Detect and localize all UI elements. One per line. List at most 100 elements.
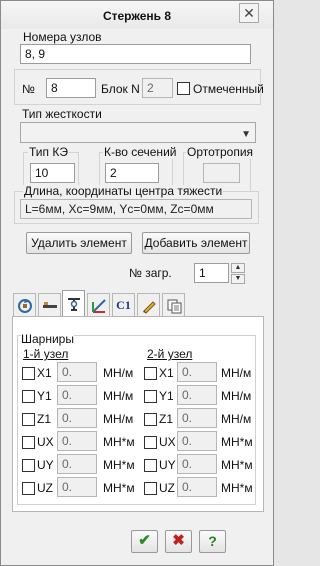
node2-z1-checkbox[interactable] — [144, 413, 157, 426]
node2-ux-label: UX — [159, 435, 176, 449]
beam-tab-icon — [42, 301, 57, 308]
help-button[interactable]: ? — [199, 530, 226, 553]
node1-uz-value: 0. — [57, 477, 97, 497]
orthotropy-field — [203, 163, 240, 183]
delete-element-button[interactable]: Удалить элемент — [26, 232, 132, 254]
node2-x1-checkbox[interactable] — [144, 367, 157, 380]
node1-ux-label: UX — [37, 435, 54, 449]
node2-y1-label: Y1 — [159, 389, 174, 403]
sections-input[interactable]: 2 — [105, 163, 159, 183]
rotate-tab-icon — [17, 298, 32, 313]
node1-y1-label: Y1 — [37, 389, 52, 403]
block-label: Блок N — [101, 82, 140, 96]
marked-label: Отмеченный — [193, 82, 264, 96]
node2-y1-checkbox[interactable] — [144, 390, 157, 403]
c1-tab-label: C1 — [116, 298, 131, 312]
node2-y1-value: 0. — [177, 385, 217, 405]
length-label: Длина, координаты центра тяжести — [23, 184, 224, 198]
node1-label: 1-й узел — [23, 347, 69, 361]
load-number-input[interactable]: 1 — [194, 263, 229, 283]
node2-x1-unit: МН/м — [221, 366, 252, 380]
node2-uz-label: UZ — [159, 481, 175, 495]
node2-x1-value: 0. — [177, 362, 217, 382]
node2-z1-unit: МН/м — [221, 412, 252, 426]
cancel-button[interactable]: ✖ — [165, 530, 192, 553]
tab-beam[interactable] — [38, 293, 61, 317]
node1-x1-unit: МН/м — [103, 366, 134, 380]
hinge-tab-icon — [67, 298, 80, 311]
stiffness-label: Тип жесткости — [22, 107, 102, 121]
node1-z1-label: Z1 — [37, 412, 52, 426]
node1-y1-unit: МН/м — [103, 389, 134, 403]
node1-ux-value: 0. — [57, 431, 97, 451]
node1-x1-checkbox[interactable] — [22, 367, 35, 380]
node1-z1-unit: МН/м — [103, 412, 134, 426]
node2-uy-checkbox[interactable] — [144, 459, 157, 472]
tab-copy[interactable] — [162, 293, 185, 317]
node2-uy-label: UY — [159, 458, 176, 472]
node2-z1-value: 0. — [177, 408, 217, 428]
fe-type-label: Тип КЭ — [28, 145, 69, 159]
ok-button[interactable]: ✔ — [131, 530, 158, 553]
hinges-title: Шарниры — [21, 332, 74, 346]
node1-uy-label: UY — [37, 458, 54, 472]
node1-z1-value: 0. — [57, 408, 97, 428]
check-icon: ✔ — [138, 532, 151, 549]
node2-uy-unit: МН*м — [221, 458, 253, 472]
node1-uy-value: 0. — [57, 454, 97, 474]
chevron-down-icon: ▼ — [241, 129, 251, 140]
node2-ux-checkbox[interactable] — [144, 436, 157, 449]
node2-y1-unit: МН/м — [221, 389, 252, 403]
node1-uz-label: UZ — [37, 481, 53, 495]
axes-tab-icon — [91, 298, 106, 313]
close-button[interactable]: ✕ — [239, 3, 259, 23]
node2-uz-checkbox[interactable] — [144, 482, 157, 495]
node1-uy-checkbox[interactable] — [22, 459, 35, 472]
tab-c1[interactable]: C1 — [112, 293, 135, 317]
node1-x1-label: X1 — [37, 366, 52, 380]
node1-y1-value: 0. — [57, 385, 97, 405]
orthotropy-label: Ортотропия — [186, 145, 255, 159]
node1-uy-unit: МН*м — [103, 458, 135, 472]
element-number-input[interactable]: 8 — [46, 78, 96, 98]
tab-pencil[interactable] — [137, 293, 160, 317]
block-number-field: 2 — [142, 78, 173, 98]
node2-ux-unit: МН*м — [221, 435, 253, 449]
nodes-input[interactable]: 8, 9 — [20, 44, 251, 64]
title-bar: Стержень 8 — [1, 1, 273, 29]
node2-ux-value: 0. — [177, 431, 217, 451]
tab-axes[interactable] — [87, 293, 110, 317]
length-field: L=6мм, Xc=9мм, Yc=0мм, Zc=0мм — [20, 199, 252, 219]
add-element-button[interactable]: Добавить элемент — [142, 232, 250, 254]
node1-uz-unit: МН*м — [103, 481, 135, 495]
node1-x1-value: 0. — [57, 362, 97, 382]
cross-icon: ✖ — [172, 532, 185, 549]
fe-type-input[interactable]: 10 — [30, 163, 75, 183]
marked-checkbox[interactable] — [177, 82, 190, 95]
pencil-tab-icon — [142, 300, 156, 314]
copy-tab-icon — [167, 299, 181, 313]
tab-hinges[interactable] — [62, 290, 85, 317]
help-icon: ? — [208, 533, 217, 549]
node1-y1-checkbox[interactable] — [22, 390, 35, 403]
node2-uy-value: 0. — [177, 454, 217, 474]
element-dialog: Стержень 8 ✕ Номера узлов 8, 9 № 8 Блок … — [0, 0, 274, 566]
sections-label: К-во сечений — [103, 145, 178, 159]
element-number-label: № — [22, 82, 35, 96]
node1-ux-unit: МН*м — [103, 435, 135, 449]
stiffness-select[interactable]: ▼ — [20, 122, 256, 143]
node2-uz-unit: МН*м — [221, 481, 253, 495]
window-title: Стержень 8 — [102, 9, 172, 23]
node2-uz-value: 0. — [177, 477, 217, 497]
node1-z1-checkbox[interactable] — [22, 413, 35, 426]
node2-label: 2-й узел — [147, 347, 193, 361]
node2-x1-label: X1 — [159, 366, 174, 380]
node1-uz-checkbox[interactable] — [22, 482, 35, 495]
spin-down-icon[interactable]: ▼ — [231, 274, 245, 284]
spin-up-icon[interactable]: ▲ — [231, 263, 245, 273]
node2-z1-label: Z1 — [159, 412, 174, 426]
node1-ux-checkbox[interactable] — [22, 436, 35, 449]
nodes-label: Номера узлов — [23, 30, 102, 44]
tab-rotate[interactable] — [13, 293, 36, 317]
load-number-label: № загр. — [129, 266, 172, 280]
